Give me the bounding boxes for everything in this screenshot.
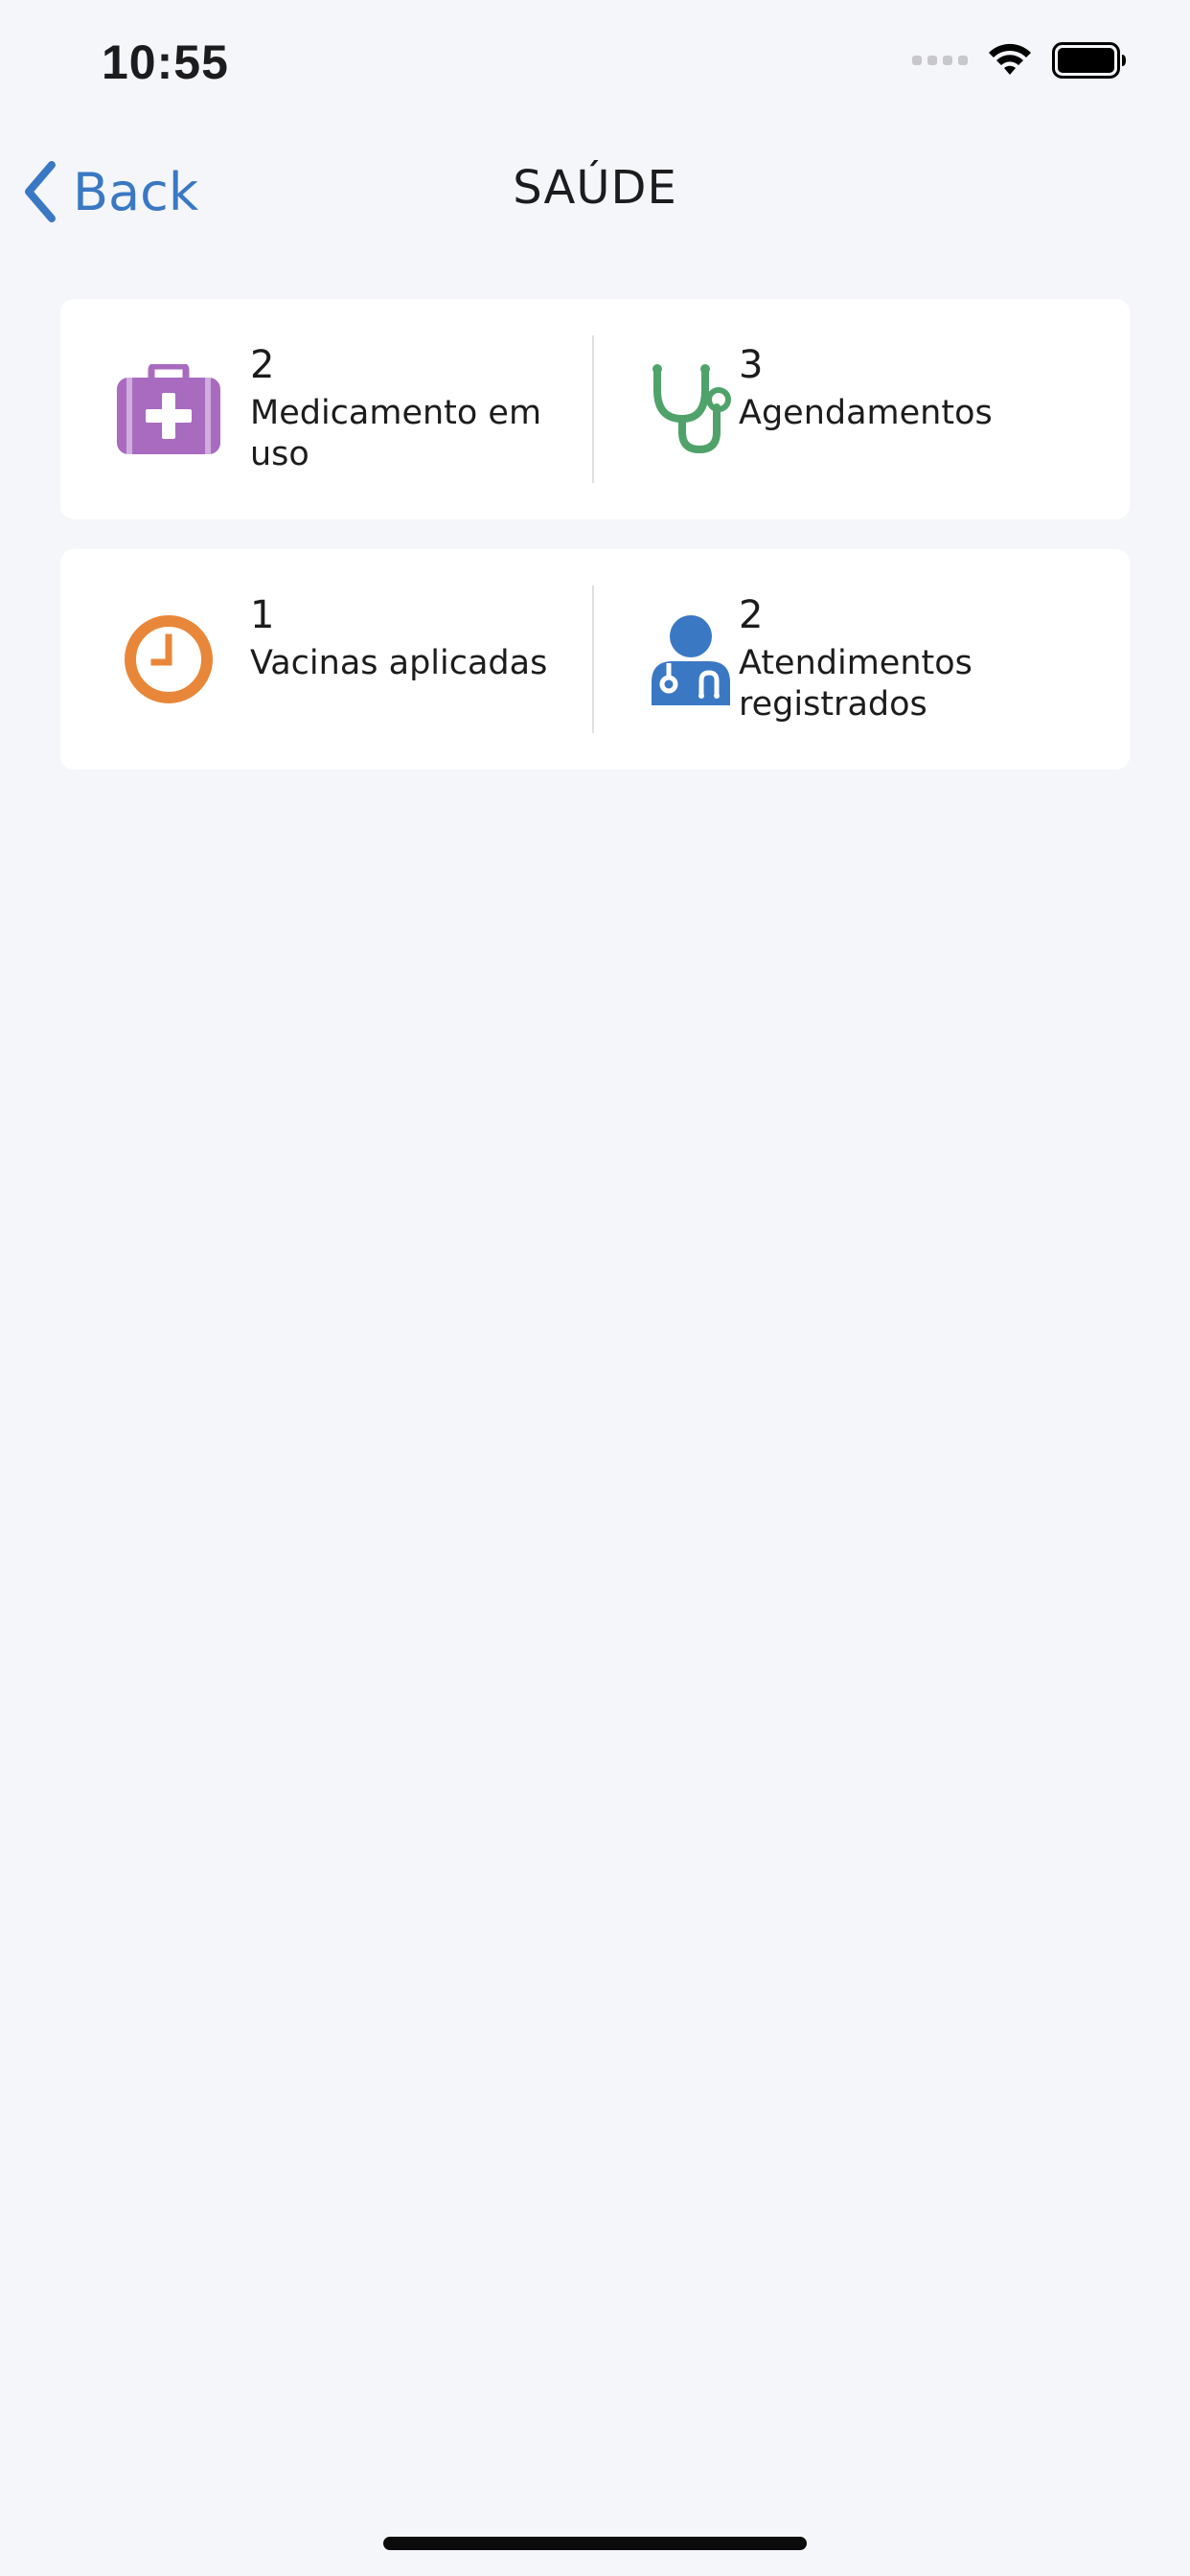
stat-text: 1 Vacinas aplicadas: [250, 593, 573, 684]
wifi-icon: [989, 43, 1031, 75]
stat-count: 2: [739, 593, 764, 637]
stat-label: Atendimentos registrados: [739, 644, 973, 724]
stats-card: 1 Vacinas aplicadas 2 Atendimentos regis…: [60, 549, 1130, 770]
navigation-bar: Back SAÚDE: [0, 134, 1190, 249]
stat-label: Vacinas aplicadas: [250, 644, 548, 682]
stat-count: 2: [250, 343, 275, 387]
stat-attendances[interactable]: 2 Atendimentos registrados: [594, 549, 1130, 770]
stat-label: Medicamento em uso: [250, 394, 542, 473]
signal-icon: [912, 56, 968, 65]
stethoscope-icon: [638, 356, 744, 462]
page-title: SAÚDE: [513, 161, 677, 215]
first-aid-kit-icon: [116, 356, 221, 462]
stat-text: 3 Agendamentos: [739, 343, 1110, 434]
stat-label: Agendamentos: [739, 394, 993, 432]
doctor-icon: [638, 607, 744, 712]
stat-count: 3: [739, 343, 764, 387]
status-time: 10:55: [102, 35, 229, 89]
stat-count: 1: [250, 593, 275, 637]
status-bar: 10:55: [0, 0, 1190, 126]
status-icons: [912, 42, 1127, 79]
stat-text: 2 Medicamento em uso: [250, 343, 573, 475]
clock-icon: [116, 607, 221, 712]
stats-card: 2 Medicamento em uso 3 Agendamentos: [60, 299, 1130, 519]
home-indicator[interactable]: [383, 2537, 807, 2550]
stat-vaccines[interactable]: 1 Vacinas aplicadas: [60, 549, 592, 770]
stat-text: 2 Atendimentos registrados: [739, 593, 1110, 725]
battery-icon: [1052, 42, 1126, 79]
stat-appointments[interactable]: 3 Agendamentos: [594, 299, 1130, 519]
stat-medications[interactable]: 2 Medicamento em uso: [60, 299, 592, 519]
